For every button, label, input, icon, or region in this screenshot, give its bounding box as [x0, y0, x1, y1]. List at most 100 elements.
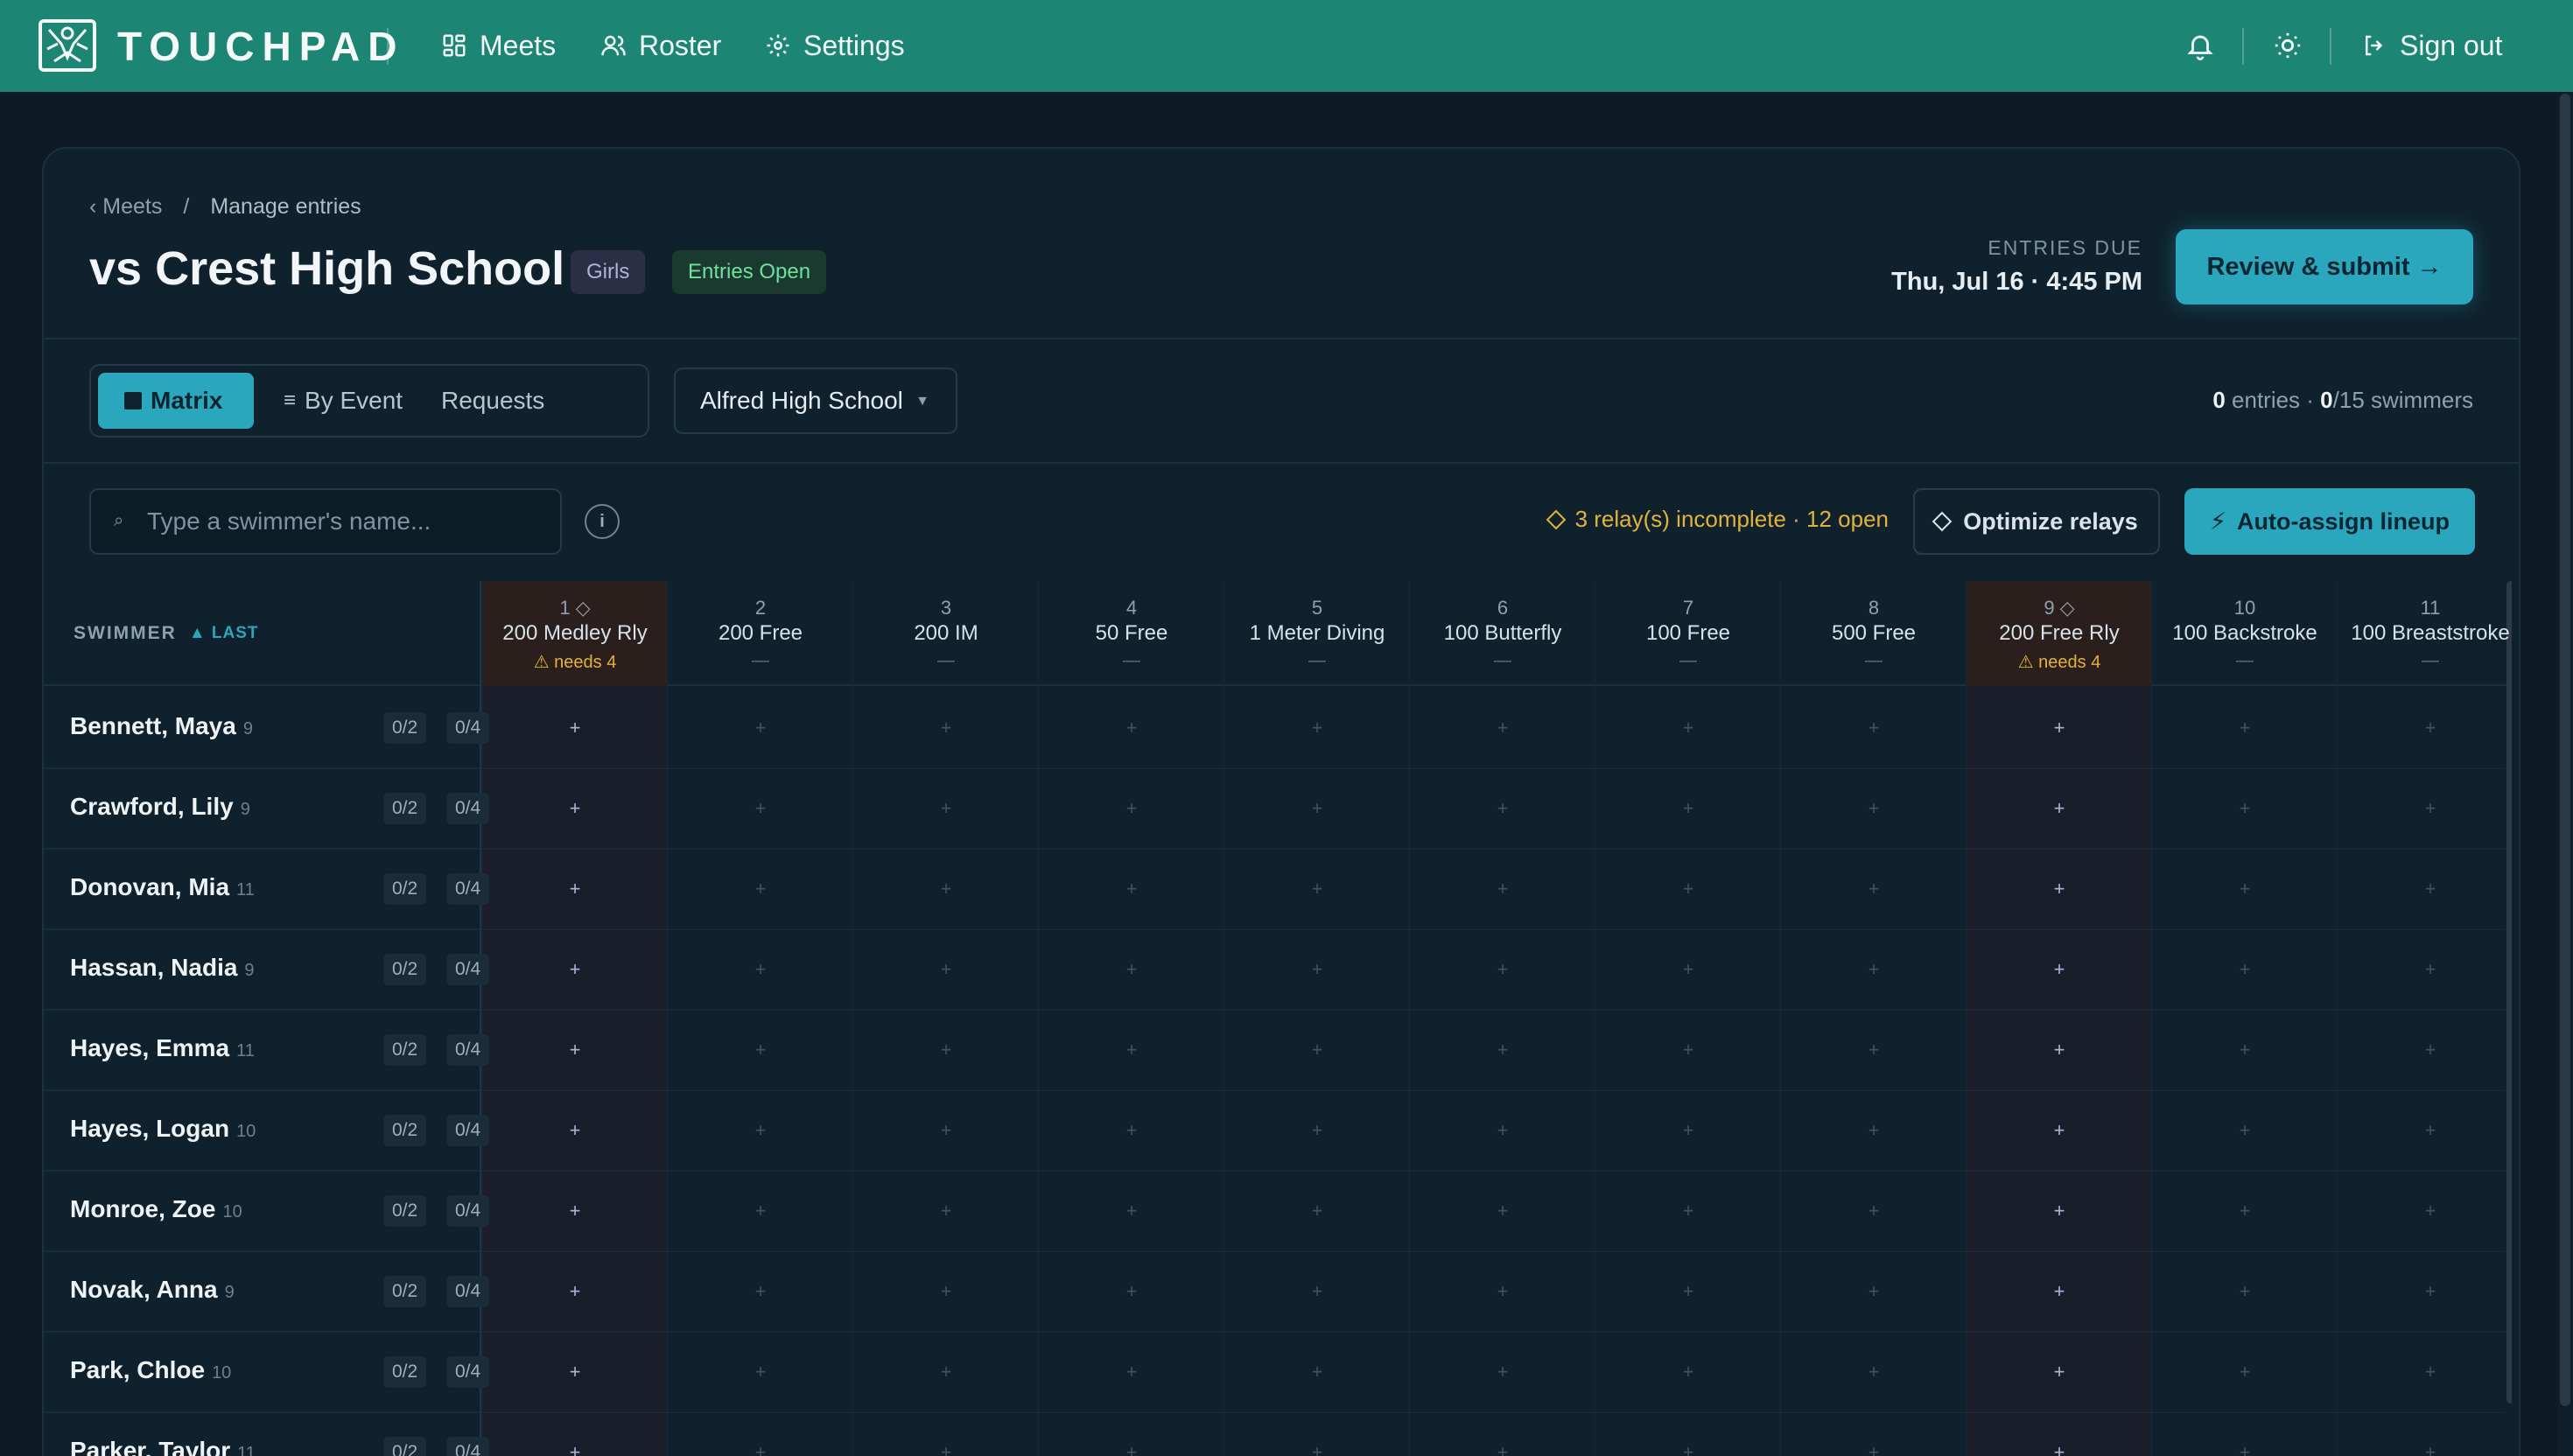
entry-cell[interactable]: + [668, 1010, 853, 1090]
nav-roster[interactable]: Roster [600, 26, 721, 65]
swimmer-name[interactable]: Bennett, Maya 9 [70, 712, 253, 740]
entry-cell[interactable]: + [1967, 1010, 2152, 1090]
entry-cell[interactable]: + [2152, 1090, 2338, 1171]
notifications-button[interactable] [2181, 26, 2219, 65]
entry-cell[interactable]: + [1224, 929, 1410, 1010]
entry-cell[interactable]: + [1967, 768, 2152, 849]
tab-requests[interactable]: Requests [415, 373, 571, 429]
entry-cell[interactable]: + [2152, 768, 2338, 849]
event-header[interactable]: 3 200 IM — [853, 581, 1039, 686]
swimmer-name[interactable]: Parker, Taylor 11 [70, 1437, 256, 1456]
entry-cell[interactable]: + [853, 1171, 1039, 1251]
entry-cell[interactable]: + [482, 1090, 668, 1171]
swimmer-name[interactable]: Crawford, Lily 9 [70, 793, 250, 821]
entry-cell[interactable]: + [853, 1090, 1039, 1171]
entry-cell[interactable]: + [482, 929, 668, 1010]
event-header[interactable]: 4 50 Free — [1039, 581, 1224, 686]
entry-cell[interactable]: + [1781, 849, 1967, 929]
optimize-relays-button[interactable]: Optimize relays [1913, 488, 2160, 555]
entry-cell[interactable]: + [1039, 1412, 1224, 1456]
event-header[interactable]: 11 100 Breaststroke — [2338, 581, 2512, 686]
entry-cell[interactable]: + [853, 1251, 1039, 1332]
entry-cell[interactable]: + [2338, 1251, 2512, 1332]
entry-cell[interactable]: + [2338, 1412, 2512, 1456]
entry-cell[interactable]: + [1039, 929, 1224, 1010]
entry-cell[interactable]: + [1595, 688, 1781, 768]
entry-cell[interactable]: + [1595, 1412, 1781, 1456]
entry-cell[interactable]: + [668, 768, 853, 849]
entry-cell[interactable]: + [1595, 1332, 1781, 1412]
nav-settings[interactable]: Settings [765, 26, 905, 65]
entry-cell[interactable]: + [1967, 849, 2152, 929]
entry-cell[interactable]: + [1039, 1171, 1224, 1251]
entry-cell[interactable]: + [2338, 929, 2512, 1010]
entry-cell[interactable]: + [1967, 1332, 2152, 1412]
event-header[interactable]: 6 100 Butterfly — [1410, 581, 1595, 686]
theme-toggle-button[interactable] [2268, 26, 2307, 65]
entry-cell[interactable]: + [853, 1010, 1039, 1090]
entry-cell[interactable]: + [1781, 768, 1967, 849]
entry-cell[interactable]: + [2152, 1412, 2338, 1456]
swimmer-name[interactable]: Novak, Anna 9 [70, 1276, 235, 1304]
entry-cell[interactable]: + [1410, 688, 1595, 768]
entry-cell[interactable]: + [1595, 1010, 1781, 1090]
entry-cell[interactable]: + [1595, 768, 1781, 849]
entry-cell[interactable]: + [1781, 1010, 1967, 1090]
entry-cell[interactable]: + [1039, 768, 1224, 849]
entry-cell[interactable]: + [482, 1251, 668, 1332]
entry-cell[interactable]: + [1039, 688, 1224, 768]
swimmer-name[interactable]: Hassan, Nadia 9 [70, 954, 255, 982]
entry-cell[interactable]: + [2152, 1332, 2338, 1412]
entry-cell[interactable]: + [1595, 849, 1781, 929]
entry-cell[interactable]: + [668, 1171, 853, 1251]
entry-cell[interactable]: + [2338, 1332, 2512, 1412]
entry-cell[interactable]: + [482, 688, 668, 768]
entry-cell[interactable]: + [482, 1010, 668, 1090]
entry-cell[interactable]: + [1781, 1412, 1967, 1456]
entry-cell[interactable]: + [2152, 849, 2338, 929]
review-submit-button[interactable]: Review & submit → [2176, 229, 2473, 304]
school-select[interactable]: Alfred High School ▼ [674, 368, 957, 434]
entry-cell[interactable]: + [2152, 1171, 2338, 1251]
tab-by-event[interactable]: ≡ By Event [257, 373, 429, 429]
entry-cell[interactable]: + [2152, 929, 2338, 1010]
entry-cell[interactable]: + [853, 768, 1039, 849]
entry-cell[interactable]: + [1039, 849, 1224, 929]
entry-cell[interactable]: + [2338, 1171, 2512, 1251]
swimmer-column-header[interactable]: SWIMMER ▲ LAST [74, 623, 259, 644]
event-header[interactable]: 51 Meter Diving — [1224, 581, 1410, 686]
entry-cell[interactable]: + [1224, 1332, 1410, 1412]
swimmer-name[interactable]: Monroe, Zoe 10 [70, 1195, 242, 1223]
info-icon[interactable]: i [585, 504, 620, 539]
swimmer-logo-icon[interactable] [39, 19, 96, 72]
entry-cell[interactable]: + [1781, 929, 1967, 1010]
event-header[interactable]: 7 100 Free — [1595, 581, 1781, 686]
breadcrumb-meets-link[interactable]: ‹ Meets [89, 194, 162, 220]
entry-cell[interactable]: + [1781, 688, 1967, 768]
event-header[interactable]: 1 ◇ 200 Medley Rly ⚠ needs 4 [482, 581, 668, 686]
entry-cell[interactable]: + [1781, 1251, 1967, 1332]
event-header[interactable]: 8 500 Free — [1781, 581, 1967, 686]
entry-cell[interactable]: + [1595, 1251, 1781, 1332]
entry-cell[interactable]: + [2152, 688, 2338, 768]
entry-cell[interactable]: + [668, 929, 853, 1010]
swimmer-name[interactable]: Hayes, Logan 10 [70, 1115, 256, 1143]
entry-cell[interactable]: + [1410, 1251, 1595, 1332]
entry-cell[interactable]: + [1410, 768, 1595, 849]
event-header[interactable]: 2 200 Free — [668, 581, 853, 686]
swimmer-name[interactable]: Park, Chloe 10 [70, 1356, 231, 1384]
entry-cell[interactable]: + [2338, 1010, 2512, 1090]
entry-cell[interactable]: + [1224, 1251, 1410, 1332]
entry-cell[interactable]: + [1039, 1010, 1224, 1090]
nav-meets[interactable]: Meets [441, 26, 556, 65]
entry-cell[interactable]: + [668, 1332, 853, 1412]
sort-last-toggle[interactable]: ▲ LAST [189, 624, 259, 643]
entry-cell[interactable]: + [1410, 1010, 1595, 1090]
entry-cell[interactable]: + [1410, 849, 1595, 929]
entry-cell[interactable]: + [2338, 849, 2512, 929]
entry-cell[interactable]: + [853, 1412, 1039, 1456]
entry-cell[interactable]: + [668, 849, 853, 929]
entry-cell[interactable]: + [1967, 929, 2152, 1010]
entry-cell[interactable]: + [853, 1332, 1039, 1412]
entry-cell[interactable]: + [1039, 1090, 1224, 1171]
